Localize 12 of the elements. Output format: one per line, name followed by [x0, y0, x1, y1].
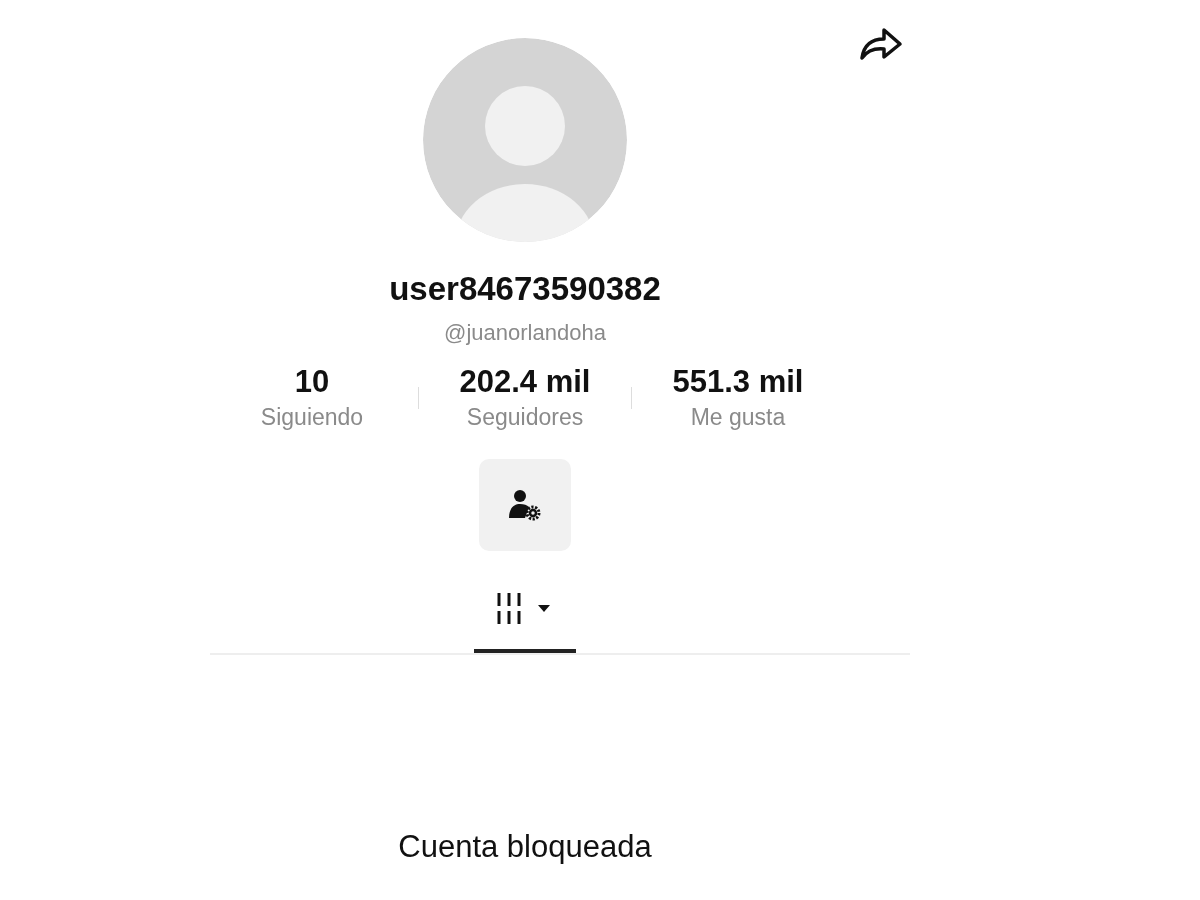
stat-value: 10: [294, 364, 330, 400]
stat-value: 551.3 mil: [672, 364, 804, 400]
username: user84673590382: [389, 270, 661, 308]
stat-label: Seguidores: [466, 404, 584, 431]
stat-label: Me gusta: [690, 404, 786, 431]
stat-label: Siguiendo: [260, 404, 364, 431]
profile-settings-button[interactable]: [479, 459, 571, 551]
avatar-icon: [423, 38, 627, 242]
user-handle: @juanorlandoha: [444, 320, 606, 346]
blocked-account-message: Cuenta bloqueada: [398, 829, 652, 865]
stat-value: 202.4 mil: [459, 364, 591, 400]
person-gear-icon: [508, 488, 542, 522]
